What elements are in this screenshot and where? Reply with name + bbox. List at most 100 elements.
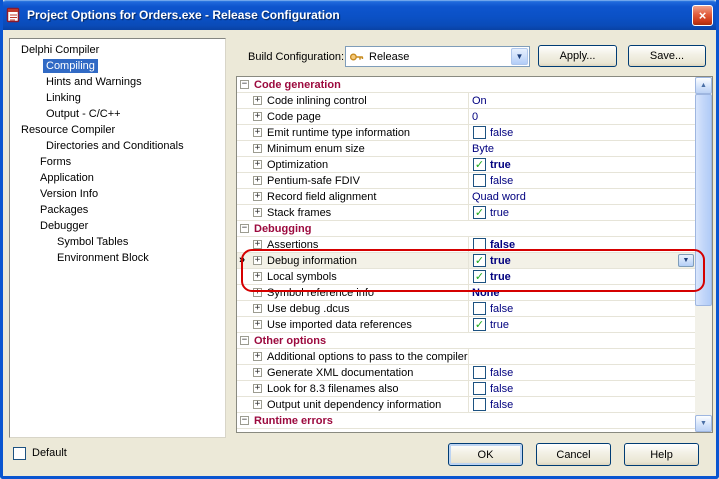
tree-item-packages[interactable]: Packages: [10, 202, 225, 218]
property-row-use-debug-dcus[interactable]: +Use debug .dcusfalse: [237, 301, 695, 317]
property-value-cell[interactable]: None: [469, 285, 695, 300]
property-row-additional-options-to-pass-to-the-compiler[interactable]: +Additional options to pass to the compi…: [237, 349, 695, 365]
tree-item-hints-and-warnings[interactable]: Hints and Warnings: [10, 74, 225, 90]
combo-dropdown-button[interactable]: ▼: [511, 48, 528, 65]
expand-icon[interactable]: +: [253, 352, 262, 361]
tree-item-resource-compiler[interactable]: Resource Compiler: [10, 122, 225, 138]
property-value-cell[interactable]: Byte: [469, 141, 695, 156]
property-row-pentium-safe-fdiv[interactable]: +Pentium-safe FDIVfalse: [237, 173, 695, 189]
value-checkbox[interactable]: [473, 366, 486, 379]
property-value-cell[interactable]: false: [469, 301, 695, 316]
expand-icon[interactable]: +: [253, 256, 262, 265]
category-row-debugging[interactable]: −Debugging: [237, 221, 695, 237]
collapse-icon[interactable]: −: [240, 224, 249, 233]
property-value-cell[interactable]: ✓true: [469, 157, 695, 172]
property-row-code-page[interactable]: +Code page0: [237, 109, 695, 125]
expand-icon[interactable]: +: [253, 96, 262, 105]
property-row-assertions[interactable]: +Assertionsfalse: [237, 237, 695, 253]
expand-icon[interactable]: +: [253, 208, 262, 217]
property-row-generate-xml-documentation[interactable]: +Generate XML documentationfalse: [237, 365, 695, 381]
value-dropdown-button[interactable]: ▼: [678, 254, 694, 267]
scroll-down-button[interactable]: ▼: [695, 415, 712, 432]
value-checkbox[interactable]: ✓: [473, 206, 486, 219]
tree-item-forms[interactable]: Forms: [10, 154, 225, 170]
scrollbar-thumb[interactable]: [695, 94, 712, 306]
property-row-optimization[interactable]: +Optimization✓true: [237, 157, 695, 173]
property-value-cell[interactable]: 0: [469, 109, 695, 124]
ok-button[interactable]: OK: [448, 443, 523, 466]
property-row-record-field-alignment[interactable]: +Record field alignmentQuad word: [237, 189, 695, 205]
property-value-cell[interactable]: false: [469, 125, 695, 140]
property-value-cell[interactable]: false: [469, 237, 695, 252]
value-checkbox[interactable]: [473, 174, 486, 187]
property-value-cell[interactable]: ✓true: [469, 317, 695, 332]
property-value-cell[interactable]: ✓true▼: [469, 253, 695, 268]
tree-item-debugger[interactable]: Debugger: [10, 218, 225, 234]
tree-item-output-c-c[interactable]: Output - C/C++: [10, 106, 225, 122]
tree-item-symbol-tables[interactable]: Symbol Tables: [10, 234, 225, 250]
property-row-use-imported-data-references[interactable]: +Use imported data references✓true: [237, 317, 695, 333]
tree-item-environment-block[interactable]: Environment Block: [10, 250, 225, 266]
category-row-runtime-errors[interactable]: −Runtime errors: [237, 413, 695, 429]
tree-item-compiling[interactable]: Compiling: [10, 58, 225, 74]
property-value-cell[interactable]: Quad word: [469, 189, 695, 204]
value-checkbox[interactable]: [473, 126, 486, 139]
value-checkbox[interactable]: ✓: [473, 318, 486, 331]
property-value-cell[interactable]: false: [469, 173, 695, 188]
collapse-icon[interactable]: −: [240, 80, 249, 89]
property-row-emit-runtime-type-information[interactable]: +Emit runtime type informationfalse: [237, 125, 695, 141]
property-value-cell[interactable]: [469, 349, 695, 364]
value-checkbox[interactable]: [473, 238, 486, 251]
expand-icon[interactable]: +: [253, 240, 262, 249]
vertical-scrollbar[interactable]: ▲ ▼: [695, 77, 712, 432]
property-value-cell[interactable]: false: [469, 397, 695, 412]
property-value-cell[interactable]: ✓true: [469, 205, 695, 220]
property-row-output-unit-dependency-information[interactable]: +Output unit dependency informationfalse: [237, 397, 695, 413]
property-row-debug-information[interactable]: »+Debug information✓true▼: [237, 253, 695, 269]
expand-icon[interactable]: +: [253, 160, 262, 169]
expand-icon[interactable]: +: [253, 368, 262, 377]
property-value-cell[interactable]: false: [469, 365, 695, 380]
expand-icon[interactable]: +: [253, 192, 262, 201]
tree-item-delphi-compiler[interactable]: Delphi Compiler: [10, 42, 225, 58]
value-checkbox[interactable]: ✓: [473, 158, 486, 171]
value-checkbox[interactable]: [473, 382, 486, 395]
expand-icon[interactable]: +: [253, 320, 262, 329]
property-row-symbol-reference-info[interactable]: +Symbol reference infoNone: [237, 285, 695, 301]
property-row-code-inlining-control[interactable]: +Code inlining controlOn: [237, 93, 695, 109]
expand-icon[interactable]: +: [253, 304, 262, 313]
property-value-cell[interactable]: false: [469, 381, 695, 396]
build-config-combobox[interactable]: Release ▼: [345, 46, 530, 67]
value-checkbox[interactable]: [473, 302, 486, 315]
collapse-icon[interactable]: −: [240, 416, 249, 425]
help-button[interactable]: Help: [624, 443, 699, 466]
property-row-local-symbols[interactable]: +Local symbols✓true: [237, 269, 695, 285]
property-value-cell[interactable]: On: [469, 93, 695, 108]
property-row-minimum-enum-size[interactable]: +Minimum enum sizeByte: [237, 141, 695, 157]
tree-item-directories-and-conditionals[interactable]: Directories and Conditionals: [10, 138, 225, 154]
expand-icon[interactable]: +: [253, 144, 262, 153]
property-value-cell[interactable]: ✓true: [469, 269, 695, 284]
tree-item-application[interactable]: Application: [10, 170, 225, 186]
value-checkbox[interactable]: [473, 398, 486, 411]
expand-icon[interactable]: +: [253, 176, 262, 185]
property-row-look-for-8-3-filenames-also[interactable]: +Look for 8.3 filenames alsofalse: [237, 381, 695, 397]
value-checkbox[interactable]: ✓: [473, 270, 486, 283]
titlebar[interactable]: Project Options for Orders.exe - Release…: [0, 0, 719, 30]
tree-item-version-info[interactable]: Version Info: [10, 186, 225, 202]
apply-button[interactable]: Apply...: [538, 45, 617, 67]
category-row-other-options[interactable]: −Other options: [237, 333, 695, 349]
cancel-button[interactable]: Cancel: [536, 443, 611, 466]
expand-icon[interactable]: +: [253, 288, 262, 297]
value-checkbox[interactable]: ✓: [473, 254, 486, 267]
property-row-stack-frames[interactable]: +Stack frames✓true: [237, 205, 695, 221]
collapse-icon[interactable]: −: [240, 336, 249, 345]
save-button[interactable]: Save...: [628, 45, 706, 67]
expand-icon[interactable]: +: [253, 112, 262, 121]
tree-item-linking[interactable]: Linking: [10, 90, 225, 106]
scroll-up-button[interactable]: ▲: [695, 77, 712, 94]
expand-icon[interactable]: +: [253, 272, 262, 281]
category-row-code-generation[interactable]: −Code generation: [237, 77, 695, 93]
close-button[interactable]: ×: [692, 5, 713, 26]
default-checkbox[interactable]: [13, 447, 26, 460]
